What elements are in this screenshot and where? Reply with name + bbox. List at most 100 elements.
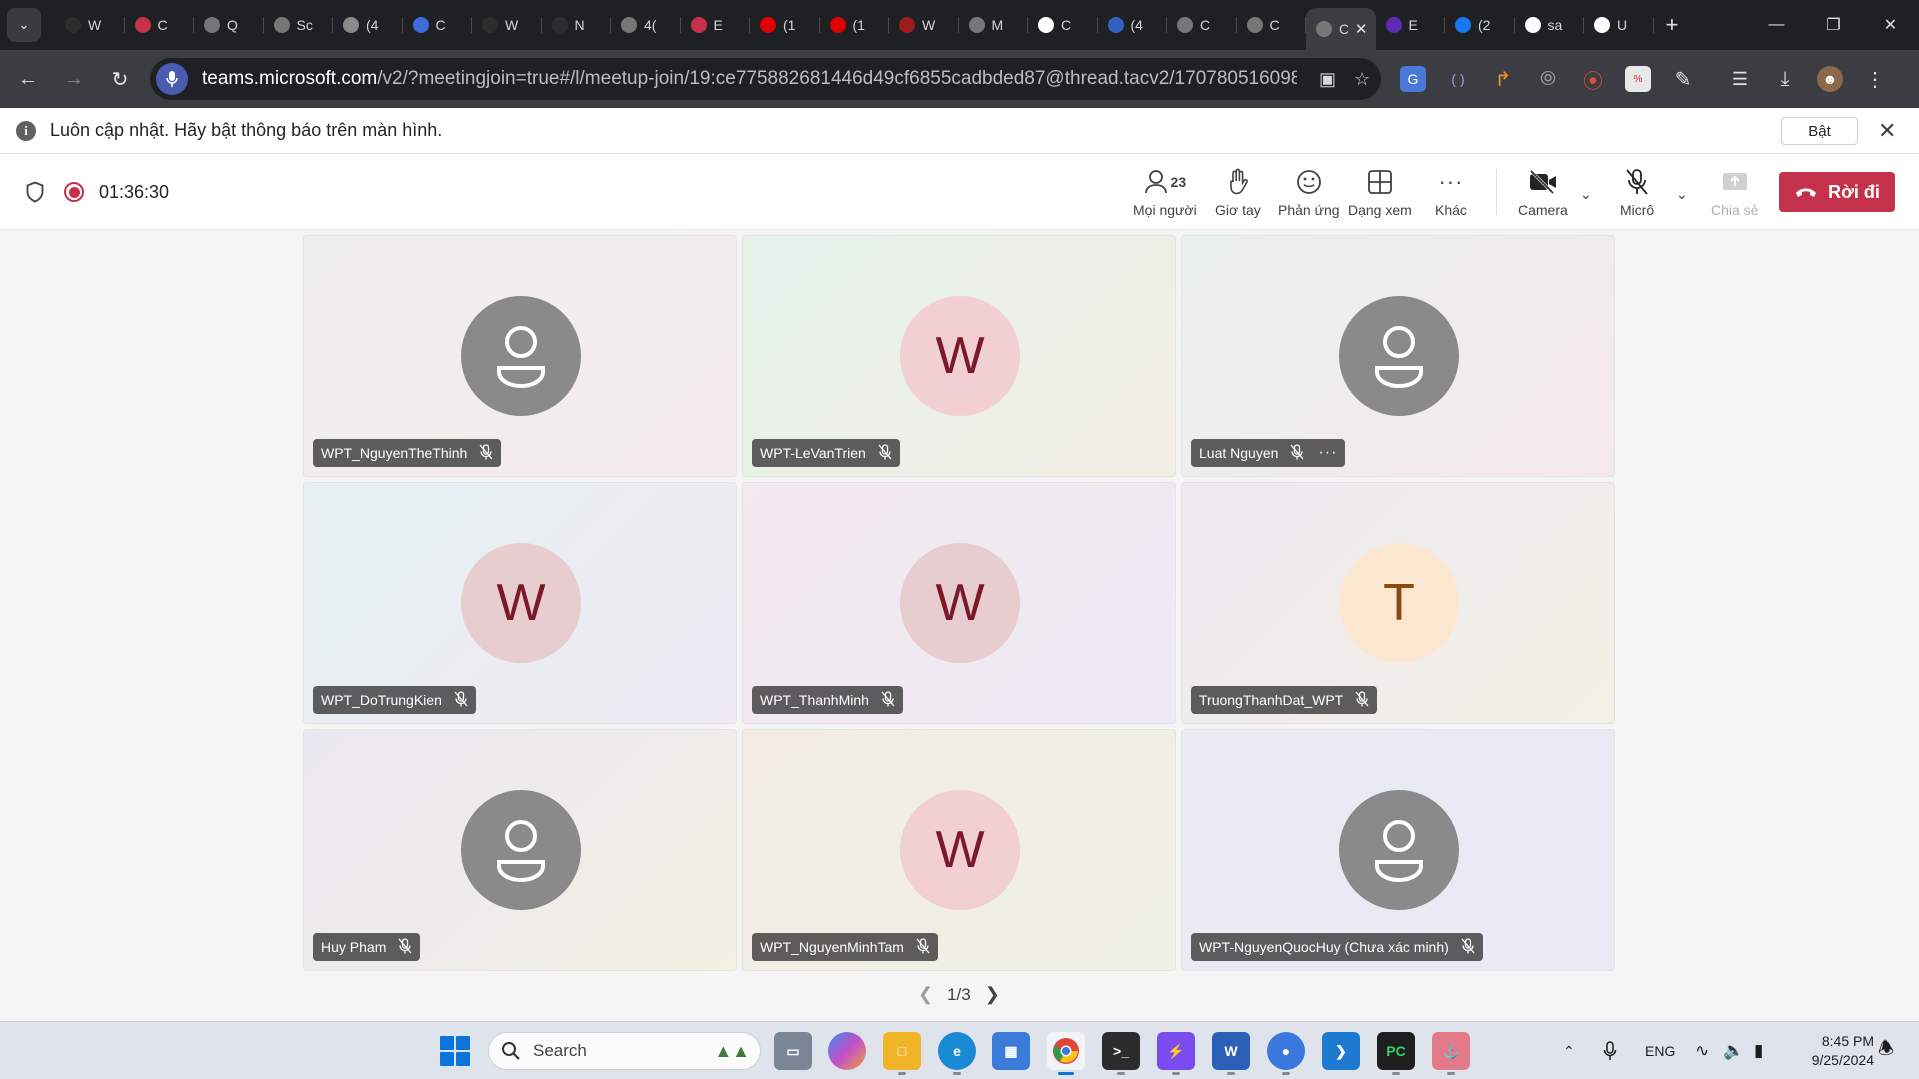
terminal-icon[interactable]: >_ bbox=[1102, 1032, 1140, 1075]
browser-tab[interactable]: N bbox=[542, 7, 612, 43]
notification-bell-icon[interactable]: 🕭 bbox=[1878, 1022, 1894, 1079]
browser-tab[interactable]: (4 bbox=[1098, 7, 1168, 43]
close-tab-icon[interactable]: ✕ bbox=[1355, 20, 1368, 38]
view-button[interactable]: Dạng xem bbox=[1348, 166, 1412, 218]
people-button[interactable]: 23 Mọi người bbox=[1133, 166, 1197, 218]
browser-tab[interactable]: (2 bbox=[1445, 7, 1515, 43]
bracket-extension-icon[interactable]: ( ) bbox=[1445, 66, 1471, 92]
battery-icon[interactable]: ▮ bbox=[1754, 1022, 1763, 1079]
word-icon[interactable]: W bbox=[1212, 1032, 1250, 1075]
browser-tab[interactable]: E bbox=[1376, 7, 1446, 43]
puzzle-extensions-icon[interactable]: ✎ bbox=[1670, 66, 1696, 92]
participant-tile[interactable]: Huy Pham bbox=[303, 729, 737, 971]
file-explorer-icon[interactable]: □ bbox=[883, 1032, 921, 1075]
tab-title: (1 bbox=[852, 17, 865, 33]
camera-options-chevron-icon[interactable]: ⌄ bbox=[1580, 186, 1592, 203]
participant-tile[interactable]: W WPT-LeVanTrien bbox=[742, 235, 1176, 477]
translate-extension-icon[interactable]: G bbox=[1400, 66, 1426, 92]
tab-title: (2 bbox=[1478, 17, 1491, 33]
new-tab-button[interactable]: + bbox=[1666, 12, 1679, 38]
enable-notifications-button[interactable]: Bật bbox=[1781, 117, 1858, 145]
chrome-taskbar-icon[interactable] bbox=[1047, 1032, 1085, 1075]
participant-more-options-icon[interactable]: ··· bbox=[1318, 444, 1337, 462]
mic-options-chevron-icon[interactable]: ⌄ bbox=[1676, 186, 1688, 203]
browser-menu-icon[interactable]: ⋮ bbox=[1862, 66, 1888, 92]
docker-icon[interactable]: ⚓ bbox=[1432, 1032, 1470, 1075]
more-button[interactable]: ··· Khác bbox=[1435, 166, 1467, 218]
browser-tab[interactable]: C bbox=[1028, 7, 1098, 43]
pycharm-icon[interactable]: PC bbox=[1377, 1032, 1415, 1075]
browser-tab[interactable]: (1 bbox=[820, 7, 890, 43]
volume-icon[interactable]: 🔈 bbox=[1723, 1022, 1744, 1079]
browser-tab[interactable]: (4 bbox=[333, 7, 403, 43]
browser-tab[interactable]: W bbox=[889, 7, 959, 43]
language-indicator[interactable]: ENG bbox=[1645, 1022, 1675, 1079]
browser-tab[interactable]: M bbox=[959, 7, 1029, 43]
wifi-icon[interactable]: ∿ bbox=[1695, 1022, 1709, 1079]
browser-tab[interactable]: E bbox=[681, 7, 751, 43]
forward-button[interactable]: → bbox=[54, 59, 94, 99]
address-bar[interactable]: teams.microsoft.com/v2/?meetingjoin=true… bbox=[150, 58, 1381, 100]
copilot-icon[interactable] bbox=[828, 1032, 866, 1070]
compass-extension-icon[interactable]: ⦾ bbox=[1535, 66, 1561, 92]
shield-icon[interactable] bbox=[25, 181, 45, 203]
camera-button[interactable]: Camera bbox=[1518, 166, 1568, 218]
share-button[interactable]: Chia sẻ bbox=[1711, 166, 1758, 218]
tab-search-button[interactable]: ⌄ bbox=[7, 8, 41, 42]
browser-tab[interactable]: Sc bbox=[264, 7, 334, 43]
power-automate-icon[interactable]: ⚡ bbox=[1157, 1032, 1195, 1075]
previous-page-chevron-icon[interactable]: ❮ bbox=[918, 984, 933, 1005]
browser-tab[interactable]: C bbox=[1237, 7, 1307, 43]
browser-tab[interactable]: sa bbox=[1515, 7, 1585, 43]
participant-tile[interactable]: W WPT_DoTrungKien bbox=[303, 482, 737, 724]
mic-button[interactable]: Micrô bbox=[1620, 166, 1654, 218]
participant-tile[interactable]: W WPT_ThanhMinh bbox=[742, 482, 1176, 724]
download-icon[interactable]: ⤓ bbox=[1772, 66, 1798, 92]
next-page-chevron-icon[interactable]: ❯ bbox=[985, 984, 1000, 1005]
task-view-icon[interactable]: ▭ bbox=[774, 1032, 812, 1070]
raise-hand-button[interactable]: Giơ tay bbox=[1215, 166, 1261, 218]
swirl-extension-icon[interactable]: ⦿ bbox=[1580, 66, 1606, 93]
system-clock[interactable]: 8:45 PM 9/25/2024 bbox=[1794, 1032, 1874, 1070]
react-button[interactable]: Phản ứng bbox=[1278, 166, 1340, 218]
back-button[interactable]: ← bbox=[8, 59, 48, 99]
browser-tab[interactable]: C bbox=[1167, 7, 1237, 43]
browser-tab[interactable]: C bbox=[125, 7, 195, 43]
browser-tab[interactable]: Q bbox=[194, 7, 264, 43]
media-control-icon[interactable]: ☰ bbox=[1727, 66, 1753, 92]
tray-mic-icon[interactable] bbox=[1603, 1022, 1617, 1079]
reload-button[interactable]: ↻ bbox=[100, 59, 140, 99]
vscode-icon[interactable]: ❯ bbox=[1322, 1032, 1360, 1070]
install-app-icon[interactable]: ▣ bbox=[1319, 69, 1336, 90]
chrome-profile-icon[interactable]: ● bbox=[1267, 1032, 1305, 1075]
participant-tile[interactable]: WPT_NguyenTheThinh bbox=[303, 235, 737, 477]
leave-button[interactable]: Rời đi bbox=[1779, 172, 1895, 212]
close-icon[interactable]: ✕ bbox=[1878, 118, 1896, 144]
minimize-button[interactable]: — bbox=[1748, 0, 1805, 50]
participant-tile[interactable]: W WPT_NguyenMinhTam bbox=[742, 729, 1176, 971]
browser-tab[interactable]: C ✕ bbox=[1306, 8, 1376, 50]
windows-start-icon[interactable] bbox=[440, 1036, 470, 1066]
tray-overflow-chevron-icon[interactable]: ⌃ bbox=[1563, 1022, 1575, 1079]
browser-tab[interactable]: 4( bbox=[611, 7, 681, 43]
browser-tab[interactable]: W bbox=[472, 7, 542, 43]
bookmark-star-icon[interactable]: ☆ bbox=[1354, 69, 1370, 90]
orange-extension-icon[interactable]: ↱ bbox=[1490, 66, 1516, 92]
browser-tab[interactable]: (1 bbox=[750, 7, 820, 43]
participant-tile[interactable]: Luat Nguyen ··· bbox=[1181, 235, 1615, 477]
url-text[interactable]: teams.microsoft.com/v2/?meetingjoin=true… bbox=[202, 68, 1297, 90]
pdf-extension-icon[interactable]: % bbox=[1625, 66, 1651, 92]
participant-tile[interactable]: T TruongThanhDat_WPT bbox=[1181, 482, 1615, 724]
edge-icon[interactable]: e bbox=[938, 1032, 976, 1075]
tab-title: sa bbox=[1547, 17, 1563, 33]
participant-name: WPT_DoTrungKien bbox=[321, 692, 442, 708]
profile-avatar[interactable]: ☻ bbox=[1817, 66, 1843, 92]
taskbar-search[interactable]: Search ▲▲ bbox=[488, 1032, 761, 1070]
browser-tab[interactable]: W bbox=[55, 7, 125, 43]
close-window-button[interactable]: ✕ bbox=[1862, 0, 1919, 50]
participant-tile[interactable]: WPT-NguyenQuocHuy (Chưa xác minh) bbox=[1181, 729, 1615, 971]
store-icon[interactable]: ▦ bbox=[992, 1032, 1030, 1070]
browser-tab[interactable]: U bbox=[1584, 7, 1654, 43]
browser-tab[interactable]: C bbox=[403, 7, 473, 43]
restore-button[interactable]: ❐ bbox=[1805, 0, 1862, 50]
